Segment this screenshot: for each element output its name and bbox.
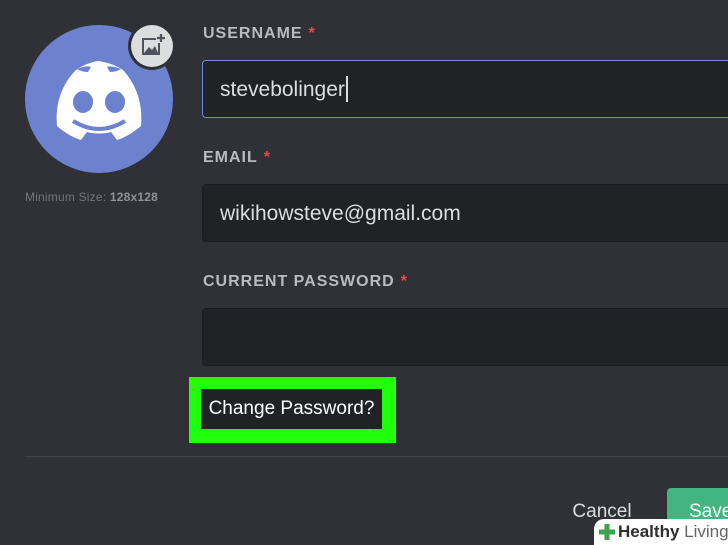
username-input[interactable]: stevebolinger <box>202 60 728 118</box>
avatar-upload[interactable] <box>25 25 173 173</box>
current-password-input[interactable] <box>202 308 728 366</box>
username-value: stevebolinger <box>220 61 348 117</box>
email-value: wikihowsteve@gmail.com <box>220 202 461 225</box>
email-label-text: EMAIL <box>203 149 258 166</box>
plus-icon <box>599 524 615 540</box>
watermark-text: Healthy Living <box>618 521 728 543</box>
text-caret <box>345 75 348 102</box>
min-size-value: 128x128 <box>109 190 158 204</box>
watermark: Healthy Living <box>594 519 728 545</box>
required-marker: * <box>400 273 408 290</box>
password-label-text: CURRENT PASSWORD <box>203 273 395 290</box>
username-label: USERNAME * <box>203 25 316 43</box>
email-label: EMAIL * <box>203 149 271 167</box>
password-label: CURRENT PASSWORD * <box>203 273 408 291</box>
email-input[interactable]: wikihowsteve@gmail.com <box>202 184 728 242</box>
required-marker: * <box>263 149 272 166</box>
required-marker: * <box>308 25 316 42</box>
watermark-word-2: Living <box>684 522 728 541</box>
add-image-icon <box>142 33 166 55</box>
footer-divider <box>25 456 728 457</box>
username-label-text: USERNAME <box>203 25 303 42</box>
username-value-text: stevebolinger <box>220 78 345 101</box>
min-size-label: Minimum Size: <box>25 190 107 204</box>
change-password-link[interactable]: Change Password? <box>201 389 382 429</box>
avatar-min-size-note: Minimum Size: 128x128 <box>25 190 175 204</box>
watermark-word-1: Healthy <box>618 522 680 541</box>
upload-avatar-button[interactable] <box>131 25 173 67</box>
